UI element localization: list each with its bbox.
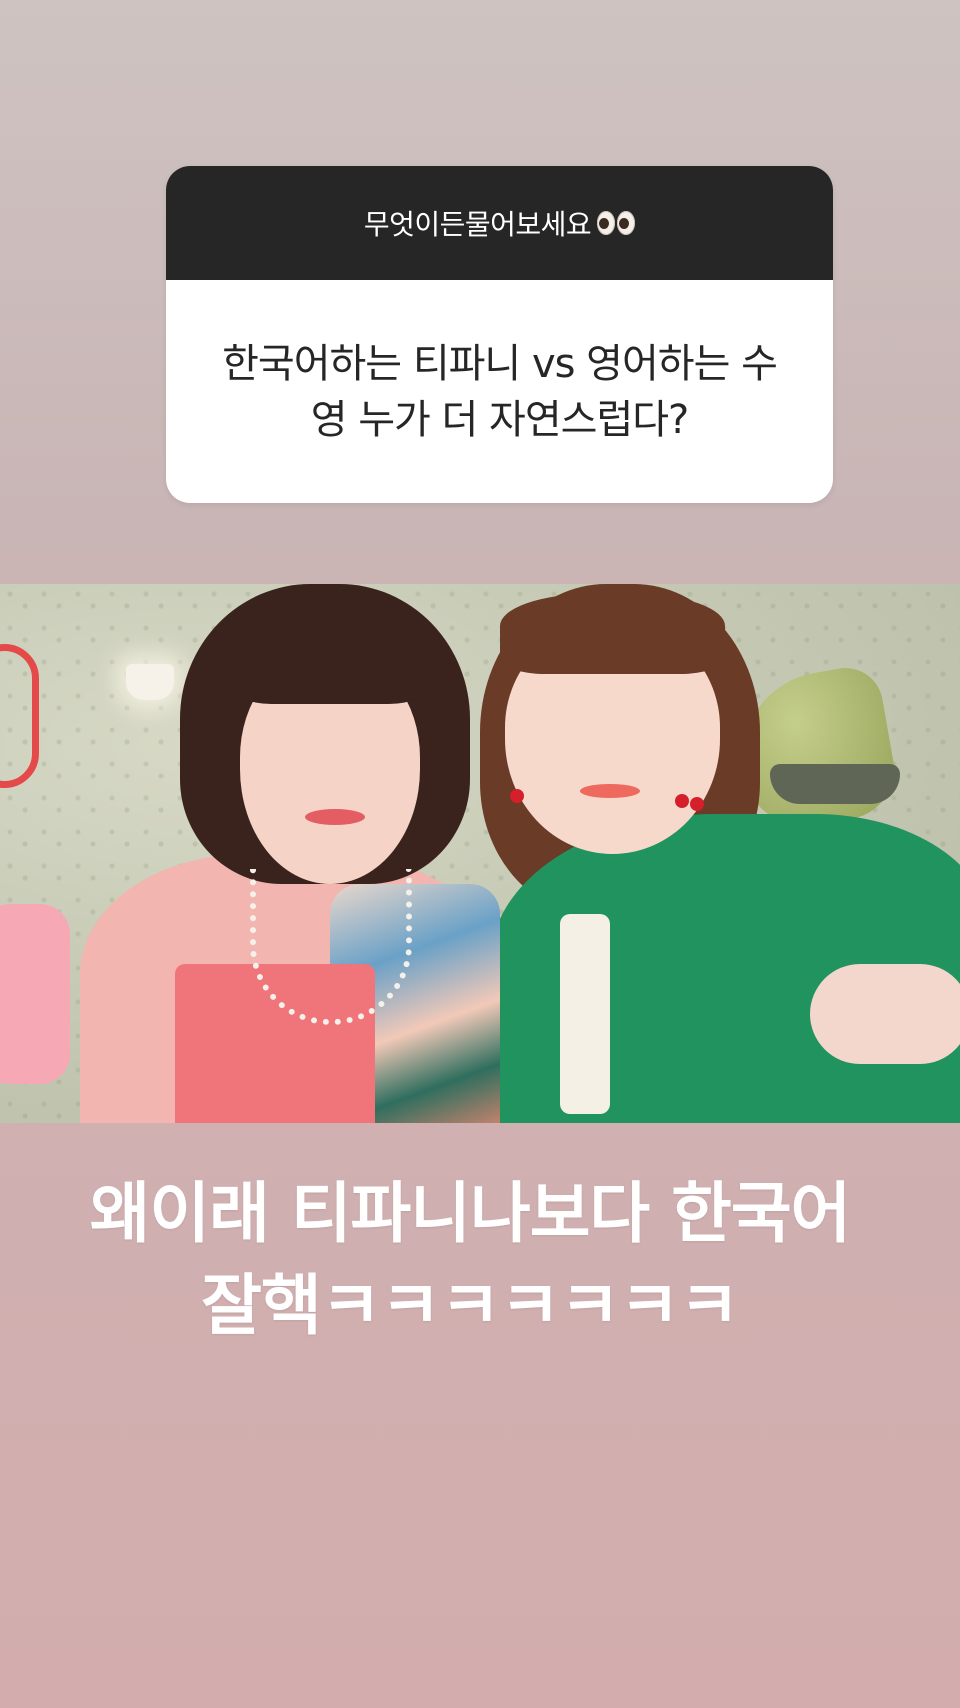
eye-right-icon xyxy=(617,211,636,235)
person-right-collar xyxy=(560,914,610,1114)
story-caption[interactable]: 왜이래 티파니나보다 한국어 잘핵ㅋㅋㅋㅋㅋㅋㅋ xyxy=(40,1168,900,1352)
question-text: 한국어하는 티파니 vs 영어하는 수영 누가 더 자연스럽다? xyxy=(222,340,778,443)
selfie-photo xyxy=(0,584,960,1123)
caption-line-1: 왜이래 티파니나보다 한국어 xyxy=(89,1175,852,1252)
wall-lamp xyxy=(126,664,174,700)
question-sticker[interactable]: 무엇이든물어보세요 한국어하는 티파니 vs 영어하는 수영 누가 더 자연스럽… xyxy=(166,166,833,503)
person-right-arm xyxy=(810,964,960,1064)
pink-chair xyxy=(0,904,70,1084)
person-right-lips xyxy=(580,784,640,798)
cherry-earring-icon xyxy=(675,794,689,808)
question-sticker-title: 무엇이든물어보세요 xyxy=(363,208,592,241)
question-sticker-body: 한국어하는 티파니 vs 영어하는 수영 누가 더 자연스럽다? xyxy=(166,280,833,503)
cherry-earring-icon xyxy=(690,797,704,811)
caption-line-2: 잘핵ㅋㅋㅋㅋㅋㅋㅋ xyxy=(201,1267,739,1344)
cherry-earring-icon xyxy=(510,789,524,803)
question-sticker-header: 무엇이든물어보세요 xyxy=(166,166,833,280)
person-right-bangs xyxy=(500,594,725,674)
eyes-emoji-icon xyxy=(597,211,636,235)
person-left-bangs xyxy=(232,612,428,704)
red-mirror-frame xyxy=(0,644,39,788)
pearl-necklace xyxy=(250,869,412,1025)
eye-left-icon xyxy=(597,211,616,235)
person-left-lips xyxy=(305,809,365,825)
hair-dryer-band xyxy=(770,764,900,804)
story-canvas: 무엇이든물어보세요 한국어하는 티파니 vs 영어하는 수영 누가 더 자연스럽… xyxy=(0,0,960,1708)
